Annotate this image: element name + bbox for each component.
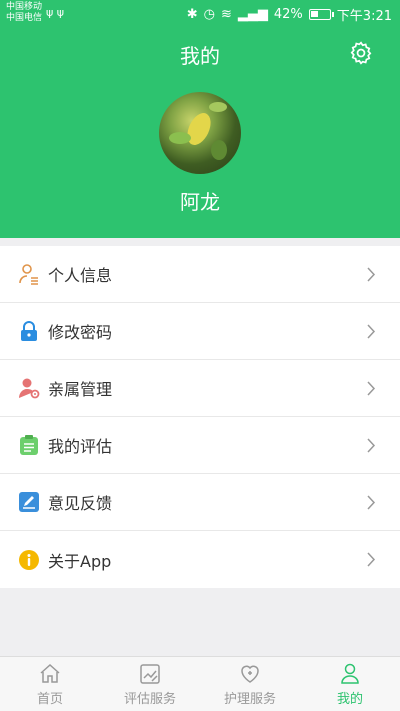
page-title: 我的 xyxy=(180,44,220,68)
menu-label: 亲属管理 xyxy=(48,380,113,399)
bottom-tab-bar: 首页 评估服务 护理服务 我的 xyxy=(0,656,400,711)
user-info-icon xyxy=(18,263,40,285)
chevron-right-icon xyxy=(367,552,376,567)
clipboard-icon xyxy=(18,434,40,456)
tab-home[interactable]: 首页 xyxy=(0,657,100,711)
menu-item-change-password[interactable]: 修改密码 xyxy=(0,303,400,360)
relatives-icon xyxy=(18,377,40,399)
battery-icon xyxy=(308,9,334,20)
battery-percent: 42% xyxy=(273,7,303,22)
gear-icon[interactable] xyxy=(348,40,374,66)
menu-label: 意见反馈 xyxy=(48,494,113,513)
tab-label: 我的 xyxy=(336,692,363,707)
menu-item-my-assessment[interactable]: 我的评估 xyxy=(0,417,400,474)
care-heart-icon xyxy=(241,665,259,683)
tab-label: 护理服务 xyxy=(223,692,276,707)
bluetooth-icon: ✱ xyxy=(186,7,198,22)
status-right: ✱ ◷ ≋ ▂▄▆ 42% 下午3:21 xyxy=(187,5,392,24)
alarm-icon: ◷ xyxy=(203,7,215,22)
assessment-icon xyxy=(140,664,160,684)
menu-item-relatives[interactable]: 亲属管理 xyxy=(0,360,400,417)
settings-menu: 个人信息 修改密码 亲属管理 我的评估 意见反馈 关于App xyxy=(0,246,400,588)
carrier-info: 中国移动 中国电信 xyxy=(6,2,42,24)
feedback-pencil-icon xyxy=(18,491,40,513)
tab-mine[interactable]: 我的 xyxy=(300,657,400,711)
tab-care[interactable]: 护理服务 xyxy=(200,657,300,711)
home-icon xyxy=(40,663,60,683)
info-icon xyxy=(18,549,40,571)
lock-icon xyxy=(18,320,40,342)
chevron-right-icon xyxy=(367,495,376,510)
menu-label: 修改密码 xyxy=(48,323,113,342)
chevron-right-icon xyxy=(367,324,376,339)
clock: 下午3:21 xyxy=(336,9,392,24)
wifi-icon: ≋ xyxy=(220,7,232,22)
menu-label: 个人信息 xyxy=(48,266,113,285)
menu-item-personal-info[interactable]: 个人信息 xyxy=(0,246,400,303)
usb-icon: ψ ψ xyxy=(46,6,65,19)
chevron-right-icon xyxy=(367,267,376,282)
carrier-1: 中国移动 xyxy=(6,2,43,12)
signal-icon: ▂▄▆ xyxy=(237,7,268,22)
menu-item-feedback[interactable]: 意见反馈 xyxy=(0,474,400,531)
status-bar: 中国移动 中国电信 ψ ψ ✱ ◷ ≋ ▂▄▆ 42% 下午3:21 xyxy=(0,0,400,26)
chevron-right-icon xyxy=(367,381,376,396)
chevron-right-icon xyxy=(367,438,376,453)
tab-assessment[interactable]: 评估服务 xyxy=(100,657,200,711)
tab-label: 首页 xyxy=(36,692,63,707)
profile-icon xyxy=(341,663,359,684)
carrier-2: 中国电信 xyxy=(6,13,43,23)
menu-label: 我的评估 xyxy=(48,437,113,456)
tab-label: 评估服务 xyxy=(123,692,176,707)
profile-header: 中国移动 中国电信 ψ ψ ✱ ◷ ≋ ▂▄▆ 42% 下午3:21 我的 阿龙 xyxy=(0,0,400,238)
avatar[interactable] xyxy=(159,92,241,174)
menu-label: 关于App xyxy=(48,551,112,571)
menu-item-about-app[interactable]: 关于App xyxy=(0,531,400,588)
username: 阿龙 xyxy=(180,190,220,214)
